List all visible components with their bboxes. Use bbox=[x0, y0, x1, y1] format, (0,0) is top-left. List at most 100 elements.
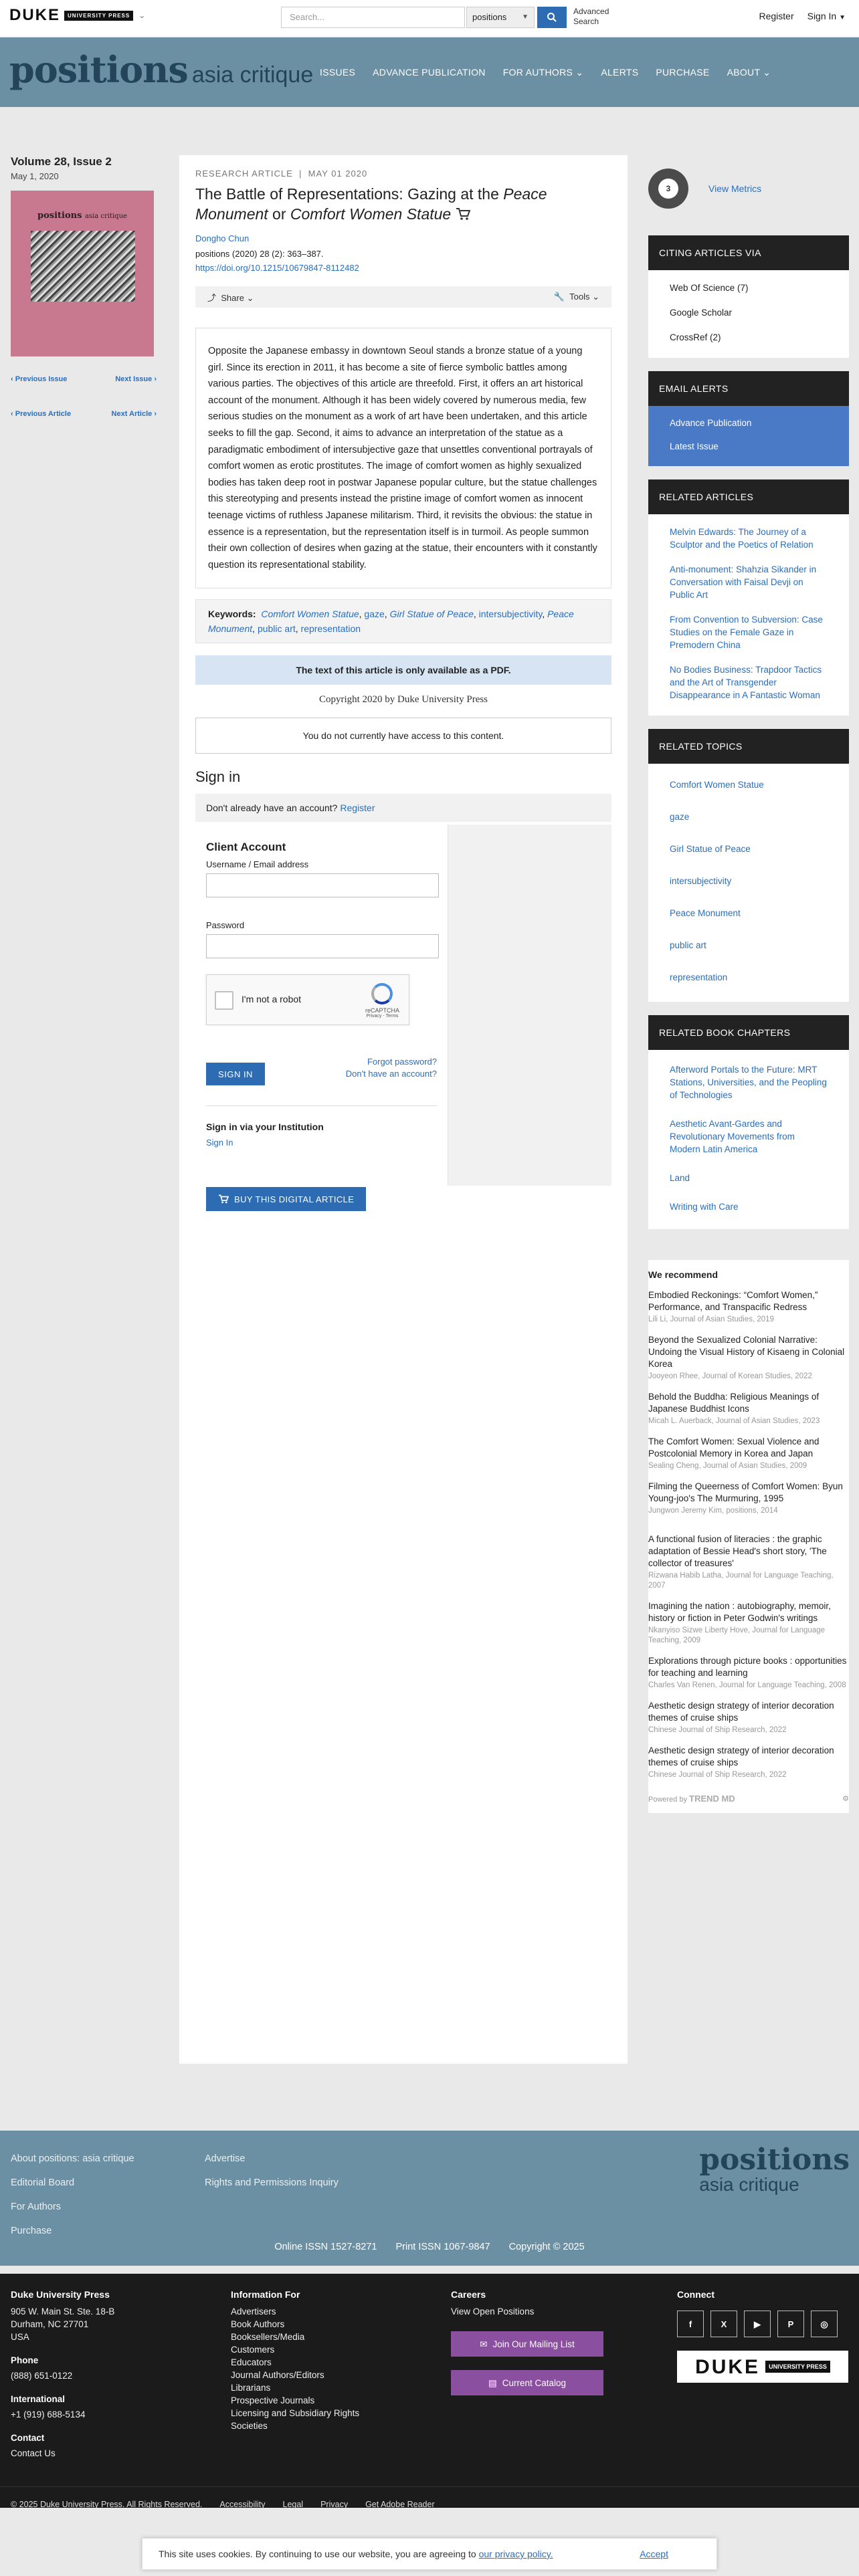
info-link[interactable]: Librarians bbox=[231, 2381, 359, 2394]
related-topic-link[interactable]: representation bbox=[670, 962, 828, 994]
open-positions-link[interactable]: View Open Positions bbox=[451, 2305, 603, 2318]
keyword-link[interactable]: representation bbox=[301, 623, 361, 634]
search-scope-select[interactable]: positions ▼ bbox=[466, 7, 535, 28]
search-input[interactable]: Search... bbox=[281, 7, 465, 28]
related-chapter-link[interactable]: Writing with Care bbox=[670, 1192, 828, 1221]
recaptcha-checkbox[interactable] bbox=[215, 991, 233, 1010]
footer-link[interactable]: For Authors bbox=[11, 2195, 134, 2219]
citing-link-crossref[interactable]: CrossRef (2) bbox=[670, 325, 828, 350]
recommend-item[interactable]: Explorations through picture books : opp… bbox=[648, 1655, 849, 1691]
related-chapter-link[interactable]: Afterword Portals to the Future: MRT Sta… bbox=[670, 1055, 828, 1109]
footer-journal-logo[interactable]: positions asia critique bbox=[699, 2143, 850, 2195]
related-topic-link[interactable]: public art bbox=[670, 930, 828, 962]
privacy-policy-link[interactable]: our privacy policy. bbox=[479, 2549, 553, 2559]
footer-link[interactable]: About positions: asia critique bbox=[11, 2147, 134, 2171]
pinterest-icon[interactable]: P bbox=[777, 2311, 804, 2337]
international-number[interactable]: +1 (919) 688-5134 bbox=[11, 2408, 114, 2421]
nav-for-authors[interactable]: FOR AUTHORS ⌄ bbox=[503, 67, 584, 78]
keyword-link[interactable]: Girl Statue of Peace bbox=[390, 609, 474, 619]
journal-logo[interactable]: positions asia critique bbox=[9, 48, 313, 91]
trendmd-badge[interactable]: Powered by TREND MD bbox=[648, 1794, 735, 1804]
share-button[interactable]: ⤴ Share ⌄ bbox=[207, 291, 254, 304]
privacy-link[interactable]: Privacy bbox=[320, 2500, 348, 2509]
related-article-link[interactable]: No Bodies Business: Trapdoor Tactics and… bbox=[670, 657, 828, 708]
nav-about[interactable]: ABOUT ⌄ bbox=[727, 67, 771, 78]
chevron-down-icon[interactable]: ⌄ bbox=[138, 11, 145, 20]
phone-number[interactable]: (888) 651-0122 bbox=[11, 2369, 114, 2382]
author-link[interactable]: Dongho Chun bbox=[195, 233, 611, 243]
password-field[interactable] bbox=[206, 934, 439, 959]
mailing-list-button[interactable]: ✉ Join Our Mailing List bbox=[451, 2331, 603, 2357]
recommend-item[interactable]: Aesthetic design strategy of interior de… bbox=[648, 1700, 849, 1735]
register-link[interactable]: Register bbox=[340, 802, 375, 813]
doi-link[interactable]: https://doi.org/10.1215/10679847-8112482 bbox=[195, 263, 611, 273]
related-topic-link[interactable]: Comfort Women Statue bbox=[670, 769, 828, 801]
related-topic-link[interactable]: gaze bbox=[670, 801, 828, 833]
accept-cookies-button[interactable]: Accept bbox=[640, 2549, 668, 2559]
citing-link-wos[interactable]: Web Of Science (7) bbox=[670, 276, 828, 300]
footer-link[interactable]: Advertise bbox=[205, 2147, 339, 2171]
next-article-link[interactable]: Next Article › bbox=[112, 410, 157, 418]
recommend-item[interactable]: Aesthetic design strategy of interior de… bbox=[648, 1745, 849, 1780]
search-button[interactable] bbox=[537, 7, 567, 28]
alert-advance-publication[interactable]: Advance Publication bbox=[670, 411, 828, 435]
info-link[interactable]: Societies bbox=[231, 2420, 359, 2432]
recaptcha-terms[interactable]: Privacy - Terms bbox=[365, 1014, 399, 1018]
related-topic-link[interactable]: Peace Monument bbox=[670, 897, 828, 930]
catalog-button[interactable]: ▤ Current Catalog bbox=[451, 2370, 603, 2395]
info-link[interactable]: Licensing and Subsidiary Rights bbox=[231, 2407, 359, 2420]
footer-link[interactable]: Editorial Board bbox=[11, 2171, 134, 2195]
institution-sign-in-link[interactable]: Sign In bbox=[206, 1138, 233, 1148]
cart-icon[interactable] bbox=[456, 207, 471, 221]
advanced-search-link[interactable]: Advanced Search bbox=[573, 7, 613, 27]
nav-purchase[interactable]: PURCHASE bbox=[656, 67, 709, 78]
nav-alerts[interactable]: ALERTS bbox=[601, 67, 638, 78]
nav-advance-publication[interactable]: ADVANCE PUBLICATION bbox=[373, 67, 486, 78]
recommend-item[interactable]: Embodied Reckonings: “Comfort Women,” Pe… bbox=[648, 1289, 849, 1325]
info-link[interactable]: Educators bbox=[231, 2356, 359, 2369]
footer-link[interactable]: Purchase bbox=[11, 2219, 134, 2243]
issue-volume[interactable]: Volume 28, Issue 2 bbox=[11, 155, 157, 169]
info-link[interactable]: Journal Authors/Editors bbox=[231, 2369, 359, 2381]
nav-issues[interactable]: ISSUES bbox=[320, 67, 355, 78]
next-issue-link[interactable]: Next Issue › bbox=[115, 375, 157, 383]
forgot-password-link[interactable]: Forgot password? bbox=[346, 1056, 437, 1068]
related-article-link[interactable]: Anti-monument: Shahzia Sikander in Conve… bbox=[670, 557, 828, 607]
no-account-link[interactable]: Don't have an account? bbox=[346, 1068, 437, 1080]
related-chapter-link[interactable]: Land bbox=[670, 1164, 828, 1192]
gear-icon[interactable]: ⚙ bbox=[842, 1794, 849, 1803]
sign-in-link[interactable]: Sign In ▼ bbox=[807, 11, 846, 21]
keyword-link[interactable]: intersubjectivity bbox=[479, 609, 543, 619]
recommend-item[interactable]: A functional fusion of literacies : the … bbox=[648, 1533, 849, 1591]
related-chapter-link[interactable]: Aesthetic Avant-Gardes and Revolutionary… bbox=[670, 1109, 828, 1164]
related-topic-link[interactable]: intersubjectivity bbox=[670, 865, 828, 897]
info-link[interactable]: Booksellers/Media bbox=[231, 2331, 359, 2343]
tools-button[interactable]: 🔧 Tools ⌄ bbox=[554, 292, 599, 302]
instagram-icon[interactable]: ◎ bbox=[811, 2311, 838, 2337]
facebook-icon[interactable]: f bbox=[677, 2311, 704, 2337]
related-article-link[interactable]: From Convention to Subversion: Case Stud… bbox=[670, 607, 828, 657]
x-twitter-icon[interactable]: X bbox=[710, 2311, 737, 2337]
recommend-item[interactable]: Beyond the Sexualized Colonial Narrative… bbox=[648, 1334, 849, 1382]
adobe-reader-link[interactable]: Get Adobe Reader bbox=[365, 2500, 435, 2509]
username-field[interactable] bbox=[206, 873, 439, 898]
view-metrics-link[interactable]: View Metrics bbox=[708, 183, 761, 194]
info-link[interactable]: Prospective Journals bbox=[231, 2394, 359, 2407]
alert-latest-issue[interactable]: Latest Issue bbox=[670, 435, 828, 458]
previous-issue-link[interactable]: ‹ Previous Issue bbox=[11, 375, 67, 383]
info-link[interactable]: Advertisers bbox=[231, 2305, 359, 2318]
footer-link[interactable]: Rights and Permissions Inquiry bbox=[205, 2171, 339, 2195]
sign-in-button[interactable]: SIGN IN bbox=[206, 1063, 265, 1086]
buy-article-button[interactable]: BUY THIS DIGITAL ARTICLE bbox=[206, 1187, 367, 1212]
citing-link-google-scholar[interactable]: Google Scholar bbox=[670, 300, 828, 325]
keyword-link[interactable]: public art bbox=[258, 623, 296, 634]
youtube-icon[interactable]: ▶ bbox=[744, 2311, 771, 2337]
recommend-item[interactable]: Imagining the nation : autobiography, me… bbox=[648, 1600, 849, 1646]
duke-press-footer-logo[interactable]: DUKE UNIVERSITY PRESS bbox=[677, 2351, 848, 2383]
register-link[interactable]: Register bbox=[759, 11, 793, 21]
info-link[interactable]: Book Authors bbox=[231, 2318, 359, 2331]
keyword-link[interactable]: Comfort Women Statue bbox=[261, 609, 359, 619]
issue-cover-image[interactable]: positions asia critique bbox=[11, 191, 154, 356]
duke-press-logo[interactable]: DUKE UNIVERSITY PRESS ⌄ bbox=[9, 6, 145, 24]
recommend-item[interactable]: Behold the Buddha: Religious Meanings of… bbox=[648, 1391, 849, 1426]
